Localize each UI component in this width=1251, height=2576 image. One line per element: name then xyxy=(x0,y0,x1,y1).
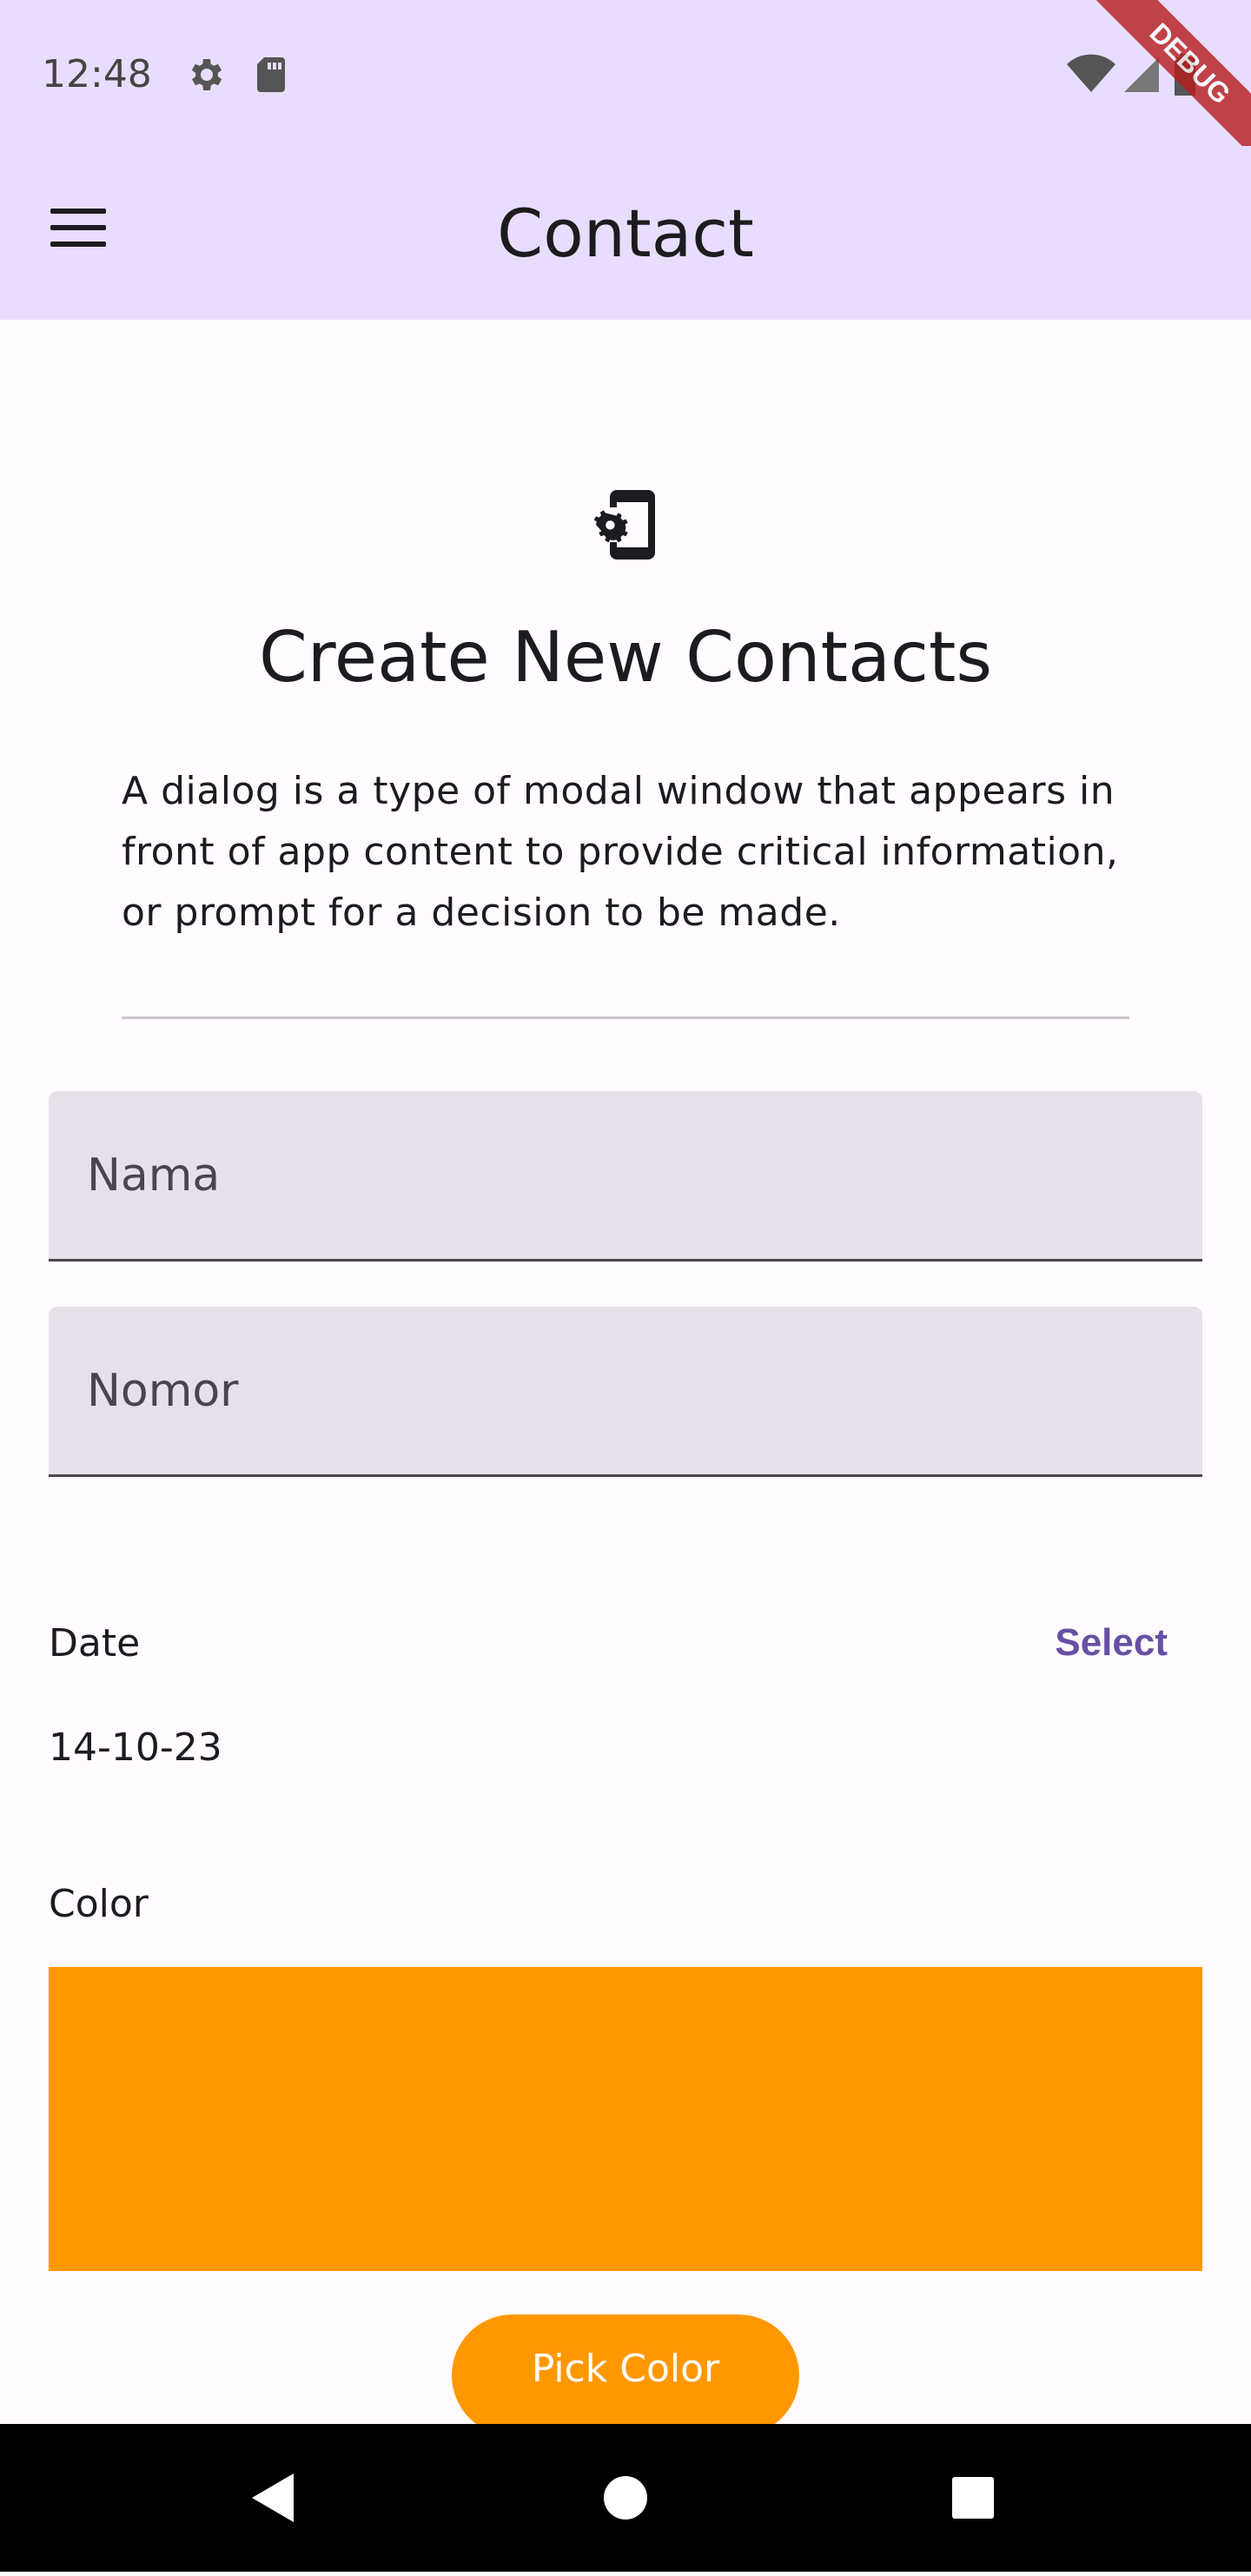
color-swatch xyxy=(49,1967,1202,2271)
app-bar: Contact xyxy=(0,146,1251,320)
select-date-button[interactable]: Select xyxy=(1055,1621,1168,1665)
phone-settings-icon xyxy=(592,490,659,564)
date-label: Date xyxy=(49,1621,141,1665)
name-input[interactable] xyxy=(49,1091,1202,1259)
home-icon[interactable] xyxy=(556,2424,695,2572)
description-text: A dialog is a type of modal window that … xyxy=(122,769,1119,935)
sd-card-icon xyxy=(252,54,290,100)
name-field[interactable] xyxy=(49,1091,1202,1262)
navigation-bar xyxy=(0,2424,1251,2572)
number-field[interactable] xyxy=(49,1307,1202,1477)
app-title: Contact xyxy=(497,195,754,272)
recents-icon[interactable] xyxy=(904,2424,1042,2572)
number-input[interactable] xyxy=(49,1307,1202,1474)
pick-color-button[interactable]: Pick Color xyxy=(452,2314,799,2436)
color-label: Color xyxy=(49,1882,149,1926)
divider xyxy=(122,1016,1129,1019)
gear-icon xyxy=(184,54,226,100)
date-value: 14-10-23 xyxy=(49,1725,222,1770)
back-icon[interactable] xyxy=(208,2424,348,2572)
status-time: 12:48 xyxy=(42,52,152,96)
status-bar: 12:48 DEBUG xyxy=(0,0,1251,171)
page-heading: Create New Contacts xyxy=(258,617,993,698)
